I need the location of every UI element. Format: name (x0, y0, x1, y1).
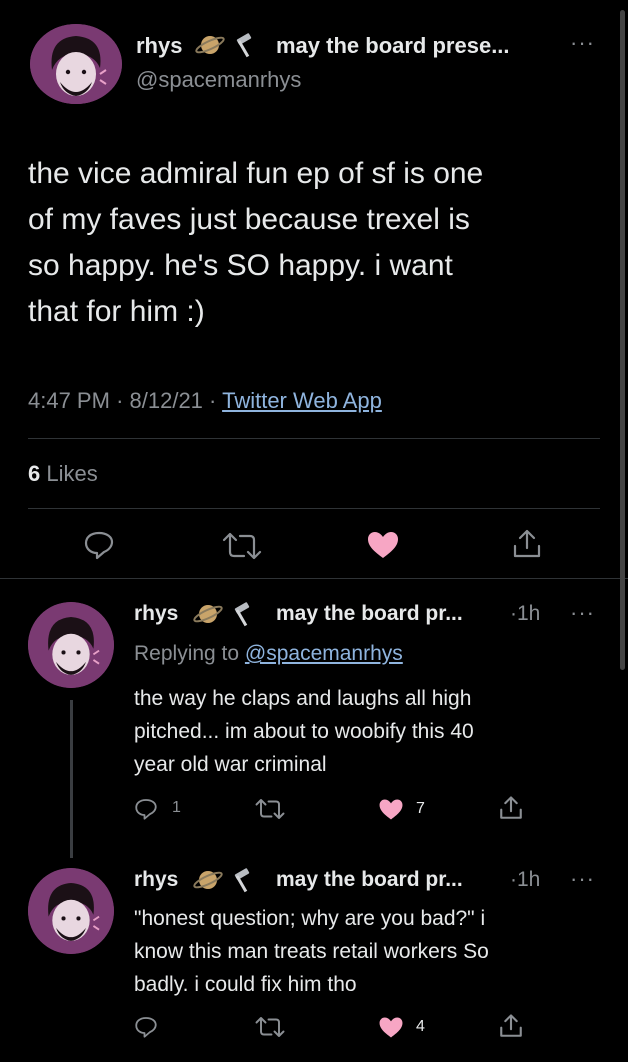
retweet-icon[interactable] (255, 798, 285, 820)
reply-age[interactable]: ·1h (510, 868, 540, 892)
handle[interactable]: @spacemanrhys (136, 67, 301, 93)
more-options-icon[interactable]: ··· (570, 30, 595, 56)
avatar-portrait-icon (30, 24, 122, 104)
likes-summary[interactable]: 6 Likes (28, 461, 98, 487)
avatar[interactable] (28, 868, 114, 954)
tweet-line: so happy. he's SO happy. i want (28, 249, 453, 282)
display-name[interactable]: rhys (134, 868, 178, 892)
replying-handle-link[interactable]: @spacemanrhys (245, 642, 403, 665)
reply-count: 1 (172, 799, 181, 816)
like-icon[interactable] (378, 1016, 404, 1039)
share-icon[interactable] (511, 528, 543, 560)
name-emoji (192, 30, 266, 60)
display-name[interactable]: rhys (136, 33, 182, 59)
reply-text: "honest question; why are you bad?" i kn… (134, 902, 614, 1001)
tweet-line: pitched... im about to woobify this 40 (134, 720, 474, 743)
tweet-line: year old war criminal (134, 753, 327, 776)
share-icon[interactable] (498, 795, 524, 821)
tweet-line: know this man treats retail workers So (134, 940, 489, 963)
reply-icon[interactable] (134, 1015, 158, 1039)
replying-to: Replying to @spacemanrhys (134, 642, 403, 666)
retweet-icon[interactable] (255, 1016, 285, 1038)
display-name[interactable]: rhys (134, 602, 178, 626)
avatar-portrait-icon (28, 602, 114, 688)
retweet-icon[interactable] (222, 532, 262, 560)
reply-icon[interactable] (83, 530, 115, 560)
thread-line (70, 700, 73, 858)
like-count: 4 (416, 1018, 425, 1035)
share-icon[interactable] (498, 1013, 524, 1039)
avatar[interactable] (28, 602, 114, 688)
avatar-portrait-icon (28, 868, 114, 954)
scrollbar[interactable] (620, 10, 625, 670)
age-label: 1h (517, 868, 541, 891)
tweet-line: of my faves just because trexel is (28, 203, 470, 236)
reply-text: the way he claps and laughs all high pit… (134, 682, 604, 781)
name-emoji (190, 865, 264, 895)
replying-label: Replying to (134, 642, 240, 665)
divider (28, 508, 600, 509)
tweet-line: that for him :) (28, 295, 205, 328)
reply-age[interactable]: ·1h (510, 602, 540, 626)
divider (28, 438, 600, 439)
like-icon[interactable] (378, 798, 404, 821)
tweet-line: the way he claps and laughs all high (134, 687, 472, 710)
tweet-time[interactable]: 4:47 PM (28, 388, 110, 413)
planet-hammer-icon (195, 33, 252, 58)
like-icon[interactable] (366, 530, 400, 560)
tweet-meta: 4:47 PM · 8/12/21 · Twitter Web App (28, 388, 382, 414)
divider (0, 578, 628, 579)
reply-icon[interactable] (134, 797, 158, 821)
more-options-icon[interactable]: ··· (570, 866, 595, 892)
meta-separator: · (510, 868, 517, 891)
meta-separator: · (116, 388, 124, 413)
like-count: 7 (416, 800, 425, 817)
name-emoji (190, 599, 264, 629)
tweet-line: the vice admiral fun ep of sf is one (28, 157, 484, 190)
planet-hammer-icon (193, 602, 250, 627)
more-options-icon[interactable]: ··· (570, 600, 595, 626)
planet-hammer-icon (193, 868, 250, 893)
bio-snippet: may the board prese... (276, 33, 510, 58)
likes-count: 6 (28, 461, 41, 486)
tweet-date[interactable]: 8/12/21 (130, 388, 203, 413)
tweet-text: the vice admiral fun ep of sf is one of … (28, 151, 608, 335)
tweet-line: "honest question; why are you bad?" i (134, 907, 486, 930)
tweet-line: badly. i could fix him tho (134, 973, 357, 996)
meta-separator: · (209, 388, 217, 413)
avatar[interactable] (30, 24, 122, 104)
tweet-source-link[interactable]: Twitter Web App (222, 388, 382, 413)
age-label: 1h (517, 602, 541, 625)
bio-snippet: may the board pr... (276, 602, 463, 625)
meta-separator: · (510, 602, 517, 625)
bio-snippet: may the board pr... (276, 868, 463, 891)
likes-label: Likes (46, 461, 98, 486)
